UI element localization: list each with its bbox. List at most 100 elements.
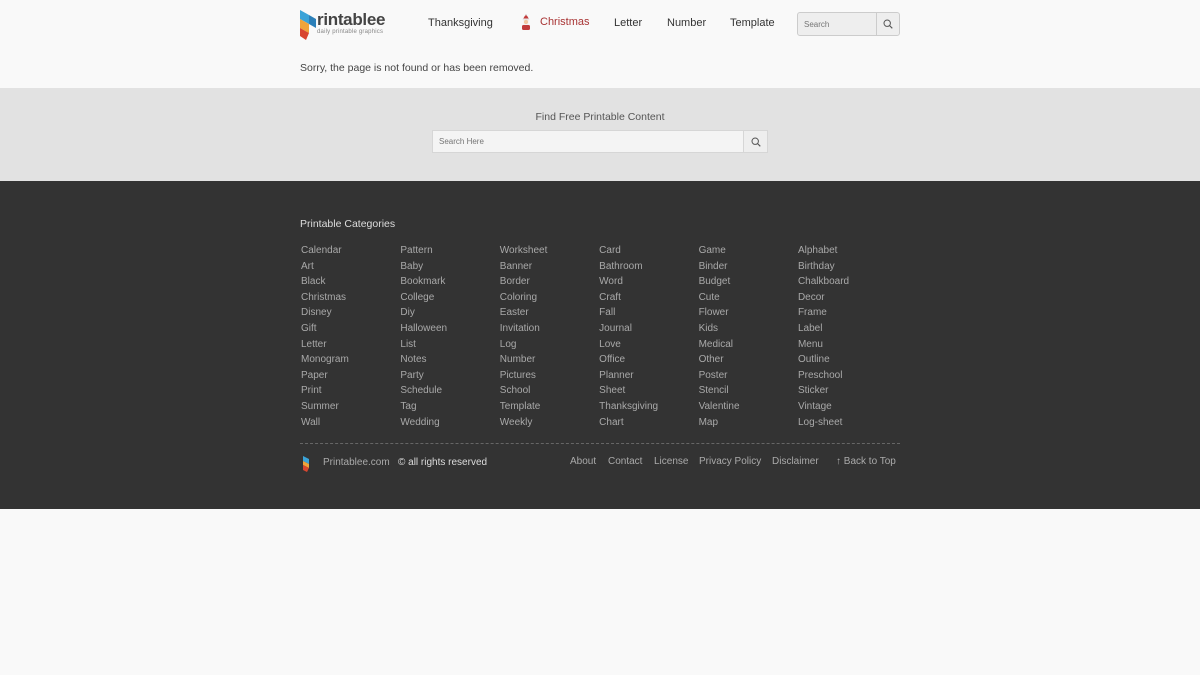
category-link[interactable]: Label bbox=[798, 321, 897, 337]
category-link[interactable]: Medical bbox=[699, 337, 798, 353]
category-link[interactable]: Tag bbox=[400, 399, 499, 415]
category-link[interactable]: School bbox=[500, 383, 599, 399]
category-link[interactable]: Vintage bbox=[798, 399, 897, 415]
category-column: Calendar Art Black Christmas Disney Gift Lette… bbox=[301, 243, 400, 430]
category-link[interactable]: Calendar bbox=[301, 243, 400, 259]
category-link[interactable]: Love bbox=[599, 337, 698, 353]
category-link[interactable]: Pattern bbox=[400, 243, 499, 259]
category-link[interactable]: Card bbox=[599, 243, 698, 259]
site-footer: Printable Categories Calendar Art Black Chr… bbox=[0, 181, 1200, 509]
category-link[interactable]: Wall bbox=[301, 415, 400, 431]
category-link[interactable]: Notes bbox=[400, 352, 499, 368]
nav-thanksgiving[interactable]: Thanksgiving bbox=[428, 17, 493, 29]
footer-link-disclaimer[interactable]: Disclaimer bbox=[772, 456, 819, 467]
not-found-message: Sorry, the page is not found or has been… bbox=[300, 62, 534, 74]
category-link[interactable]: Fall bbox=[599, 305, 698, 321]
category-link[interactable]: Flower bbox=[699, 305, 798, 321]
category-link[interactable]: Frame bbox=[798, 305, 897, 321]
category-link[interactable]: Game bbox=[699, 243, 798, 259]
category-link[interactable]: Stencil bbox=[699, 383, 798, 399]
category-link[interactable]: Disney bbox=[301, 305, 400, 321]
site-logo[interactable]: rintablee daily printable graphics bbox=[300, 10, 385, 40]
category-link[interactable]: Bookmark bbox=[400, 274, 499, 290]
category-link[interactable]: Bathroom bbox=[599, 259, 698, 275]
category-link[interactable]: Word bbox=[599, 274, 698, 290]
category-link[interactable]: Sticker bbox=[798, 383, 897, 399]
category-link[interactable]: Craft bbox=[599, 290, 698, 306]
category-link[interactable]: Log bbox=[500, 337, 599, 353]
nav-letter[interactable]: Letter bbox=[614, 17, 642, 29]
header-search-button[interactable] bbox=[876, 13, 899, 35]
category-link[interactable]: Preschool bbox=[798, 368, 897, 384]
category-link[interactable]: Pictures bbox=[500, 368, 599, 384]
category-link[interactable]: Banner bbox=[500, 259, 599, 275]
category-link[interactable]: Log-sheet bbox=[798, 415, 897, 431]
footer-link-privacy[interactable]: Privacy Policy bbox=[699, 456, 761, 467]
category-link[interactable]: Wedding bbox=[400, 415, 499, 431]
back-to-top-link[interactable]: ↑ Back to Top bbox=[836, 456, 896, 467]
category-link[interactable]: Cute bbox=[699, 290, 798, 306]
category-link[interactable]: Invitation bbox=[500, 321, 599, 337]
category-link[interactable]: Schedule bbox=[400, 383, 499, 399]
category-link[interactable]: Chart bbox=[599, 415, 698, 431]
category-link[interactable]: Party bbox=[400, 368, 499, 384]
category-link[interactable]: Weekly bbox=[500, 415, 599, 431]
logo-mark-icon bbox=[300, 10, 316, 40]
nav-template[interactable]: Template bbox=[730, 17, 775, 29]
category-link[interactable]: Poster bbox=[699, 368, 798, 384]
category-link[interactable]: Valentine bbox=[699, 399, 798, 415]
category-link[interactable]: Budget bbox=[699, 274, 798, 290]
content-search-button[interactable] bbox=[743, 131, 767, 152]
category-link[interactable]: Black bbox=[301, 274, 400, 290]
category-link[interactable]: Worksheet bbox=[500, 243, 599, 259]
footer-link-about[interactable]: About bbox=[570, 456, 596, 467]
category-link[interactable]: Thanksgiving bbox=[599, 399, 698, 415]
category-link[interactable]: Baby bbox=[400, 259, 499, 275]
footer-logo-icon bbox=[303, 456, 309, 472]
category-link[interactable]: Gift bbox=[301, 321, 400, 337]
category-link[interactable]: Planner bbox=[599, 368, 698, 384]
category-link[interactable]: Diy bbox=[400, 305, 499, 321]
category-link[interactable]: Birthday bbox=[798, 259, 897, 275]
category-link[interactable]: Template bbox=[500, 399, 599, 415]
category-link[interactable]: Office bbox=[599, 352, 698, 368]
category-link[interactable]: Paper bbox=[301, 368, 400, 384]
category-link[interactable]: Alphabet bbox=[798, 243, 897, 259]
nav-christmas[interactable]: Christmas bbox=[520, 14, 590, 30]
footer-link-contact[interactable]: Contact bbox=[608, 456, 642, 467]
category-link[interactable]: Other bbox=[699, 352, 798, 368]
category-link[interactable]: Outline bbox=[798, 352, 897, 368]
nav-number[interactable]: Number bbox=[667, 17, 706, 29]
categories-title: Printable Categories bbox=[300, 218, 396, 230]
category-link[interactable]: Christmas bbox=[301, 290, 400, 306]
category-link[interactable]: Binder bbox=[699, 259, 798, 275]
category-link[interactable]: List bbox=[400, 337, 499, 353]
footer-copyright: © all rights reserved bbox=[398, 457, 488, 468]
category-link[interactable]: Chalkboard bbox=[798, 274, 897, 290]
content-search bbox=[432, 130, 768, 153]
category-link[interactable]: Decor bbox=[798, 290, 897, 306]
category-link[interactable]: Summer bbox=[301, 399, 400, 415]
footer-link-license[interactable]: License bbox=[654, 456, 688, 467]
footer-site-link[interactable]: Printablee.com bbox=[323, 457, 390, 468]
category-link[interactable]: Number bbox=[500, 352, 599, 368]
category-link[interactable]: Print bbox=[301, 383, 400, 399]
category-column: Card Bathroom Word Craft Fall Journal Love Offi… bbox=[599, 243, 698, 430]
category-link[interactable]: Map bbox=[699, 415, 798, 431]
category-link[interactable]: Menu bbox=[798, 337, 897, 353]
category-link[interactable]: Kids bbox=[699, 321, 798, 337]
category-link[interactable]: Easter bbox=[500, 305, 599, 321]
category-link[interactable]: Art bbox=[301, 259, 400, 275]
category-link[interactable]: Letter bbox=[301, 337, 400, 353]
category-link[interactable]: Sheet bbox=[599, 383, 698, 399]
category-link[interactable]: College bbox=[400, 290, 499, 306]
category-link[interactable]: Border bbox=[500, 274, 599, 290]
header-search-input[interactable] bbox=[798, 13, 876, 35]
category-link[interactable]: Monogram bbox=[301, 352, 400, 368]
content-search-input[interactable] bbox=[433, 131, 743, 152]
page-bottom-area bbox=[0, 509, 1200, 675]
search-icon bbox=[883, 19, 893, 29]
category-link[interactable]: Journal bbox=[599, 321, 698, 337]
category-link[interactable]: Halloween bbox=[400, 321, 499, 337]
category-link[interactable]: Coloring bbox=[500, 290, 599, 306]
